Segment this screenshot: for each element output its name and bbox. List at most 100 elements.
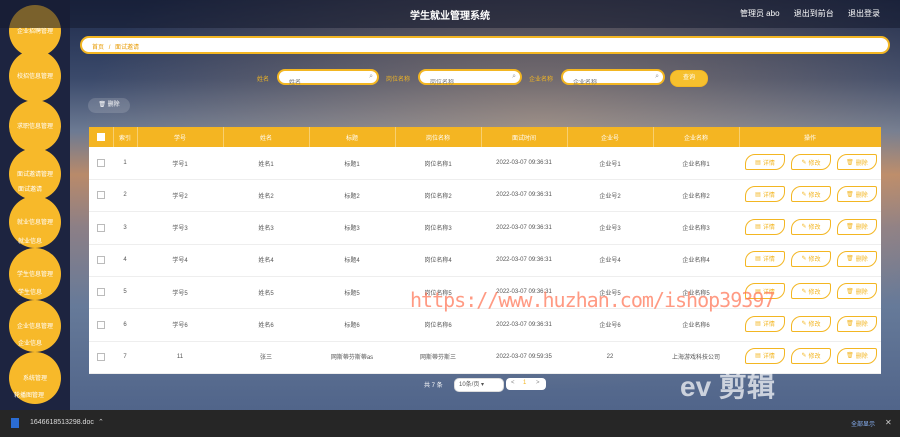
- row-checkbox[interactable]: [97, 191, 105, 200]
- table-cell: 姓名6: [258, 323, 274, 329]
- job-input[interactable]: [428, 79, 512, 87]
- detail-button[interactable]: ▤ 详情: [745, 154, 785, 170]
- sidebar-subitem-student[interactable]: 学生信息: [18, 287, 42, 296]
- prev-page-button[interactable]: <: [511, 380, 515, 386]
- chevron-up-icon[interactable]: ⌃: [98, 418, 104, 426]
- edit-button[interactable]: ✎ 修改: [791, 347, 831, 364]
- row-select-cell: [89, 244, 113, 276]
- table-cell: 张三: [259, 355, 272, 362]
- edit-button[interactable]: ✎ 修改: [791, 283, 831, 300]
- detail-button[interactable]: ▤ 详情: [745, 347, 785, 364]
- action-label: 删除: [855, 192, 868, 199]
- row-select-cell: [89, 276, 113, 308]
- search-icon: ⌕: [655, 73, 659, 80]
- company-field-wrap: ⌕: [561, 69, 665, 87]
- edit-button[interactable]: ✎ 修改: [791, 186, 831, 203]
- logout-link[interactable]: 退出登录: [848, 9, 880, 18]
- detail-button[interactable]: ▤ 详情: [745, 186, 785, 203]
- delete-button[interactable]: 🗑 删除: [837, 154, 877, 170]
- action-label: 修改: [808, 160, 821, 167]
- sidebar-subitem-employment[interactable]: 就业信息: [18, 236, 42, 245]
- table-cell: 岗位名称6: [424, 323, 452, 329]
- name-input[interactable]: [287, 79, 370, 87]
- edit-button[interactable]: ✎ 修改: [791, 250, 831, 267]
- detail-button[interactable]: ▤ 详情: [745, 315, 785, 332]
- table-cell: 7: [123, 353, 127, 360]
- pencil-icon: ✎: [801, 353, 807, 360]
- row-checkbox[interactable]: [97, 288, 105, 297]
- sidebar-item-job-seek[interactable]: 求职信息管理: [9, 100, 61, 152]
- admin-user: 管理员 abo: [739, 9, 780, 18]
- company-input[interactable]: [571, 79, 655, 87]
- row-select-cell: [89, 309, 113, 341]
- page-nav: < 1 >: [506, 378, 546, 390]
- show-all-downloads[interactable]: 全部显示: [851, 419, 875, 428]
- table-row: 6 学号6 姓名6 标题6 岗位名称6 2022-03-07 09:36:31 企业号6 企业…: [89, 309, 881, 342]
- delete-button[interactable]: 🗑 删除: [837, 218, 877, 235]
- sidebar-item-label: 求职信息管理: [16, 124, 53, 130]
- action-label: 修改: [808, 322, 821, 328]
- delete-button[interactable]: 🗑 删除: [837, 347, 877, 364]
- search-icon: ⌕: [369, 73, 373, 80]
- page-size-select[interactable]: 10条/页 ▾: [454, 378, 504, 392]
- delete-button[interactable]: 🗑 删除: [837, 283, 877, 300]
- sidebar-item-label: 企业招聘管理: [16, 29, 53, 35]
- row-checkbox[interactable]: [97, 352, 105, 361]
- row-checkbox[interactable]: [97, 159, 105, 167]
- table-cell: 网斯蒂芬斯蒂as: [330, 355, 374, 362]
- edit-button[interactable]: ✎ 修改: [791, 315, 831, 332]
- header-cell: 企业号: [567, 127, 654, 147]
- edit-button[interactable]: ✎ 修改: [791, 154, 831, 170]
- row-select-cell: [89, 179, 113, 211]
- table-cell: 学号6: [172, 323, 188, 329]
- search-button[interactable]: 查询: [670, 70, 708, 87]
- table-cell: 标题4: [344, 258, 360, 265]
- next-page-button[interactable]: >: [536, 380, 540, 386]
- download-file-name[interactable]: 1646618513298.doc: [30, 419, 94, 426]
- table-cell: 2022-03-07 09:36:31: [496, 160, 552, 166]
- table-cell: 企业号4: [599, 258, 621, 265]
- table-cell: 3: [123, 224, 127, 231]
- bulk-delete-button[interactable]: 🗑 删除: [88, 98, 130, 113]
- table-cell: 学号2: [172, 193, 188, 200]
- delete-button[interactable]: 🗑 删除: [837, 186, 877, 203]
- sidebar-item-label: 学生信息管理: [16, 272, 53, 278]
- row-checkbox[interactable]: [97, 223, 105, 232]
- sidebar-item-label: 面试邀请管理: [16, 172, 53, 178]
- page-number[interactable]: 1: [523, 380, 526, 386]
- trash-icon: 🗑: [846, 191, 854, 198]
- page-size-value: 10条/页: [459, 382, 480, 388]
- breadcrumb-home[interactable]: 首页: [92, 45, 104, 51]
- sidebar-subitem-company[interactable]: 企业信息: [18, 338, 42, 347]
- row-checkbox[interactable]: [97, 320, 105, 329]
- delete-button[interactable]: 🗑 删除: [837, 315, 877, 332]
- row-select-cell: [89, 147, 113, 179]
- doc-icon: ▤: [755, 321, 761, 327]
- header-cell: 企业名称: [653, 127, 740, 147]
- action-label: 删除: [855, 225, 868, 232]
- select-all-checkbox[interactable]: [97, 133, 105, 141]
- trash-icon: 🗑: [846, 321, 854, 327]
- table-cell: 2022-03-07 09:59:35: [496, 353, 552, 360]
- row-checkbox[interactable]: [97, 255, 105, 264]
- action-label: 删除: [855, 289, 868, 296]
- table-row: 3 学号3 姓名3 标题3 岗位名称3 2022-03-07 09:36:31 企业号3 企业…: [89, 212, 881, 245]
- sidebar-subitem-interview[interactable]: 面试邀请: [18, 184, 42, 193]
- table-cell: 标题3: [344, 226, 360, 233]
- table-cell: 学号3: [172, 226, 188, 233]
- trash-icon: 🗑: [846, 159, 854, 166]
- sidebar-subitem-carousel[interactable]: 轮播图管理: [14, 390, 44, 399]
- breadcrumb-separator: /: [108, 45, 111, 51]
- name-field-wrap: ⌕: [277, 69, 379, 87]
- action-label: 修改: [808, 289, 821, 296]
- edit-button[interactable]: ✎ 修改: [791, 218, 831, 235]
- sidebar-item-label: 企业信息管理: [16, 324, 53, 330]
- trash-icon: 🗑: [846, 224, 854, 231]
- table-cell: 2022-03-07 09:36:31: [496, 224, 552, 231]
- table-cell: 企业名称2: [682, 193, 710, 200]
- detail-button[interactable]: ▤ 详情: [745, 250, 785, 267]
- back-to-front-link[interactable]: 退出到前台: [794, 9, 834, 18]
- delete-button[interactable]: 🗑 删除: [837, 250, 877, 267]
- close-icon[interactable]: ✕: [885, 418, 892, 427]
- detail-button[interactable]: ▤ 详情: [745, 218, 785, 235]
